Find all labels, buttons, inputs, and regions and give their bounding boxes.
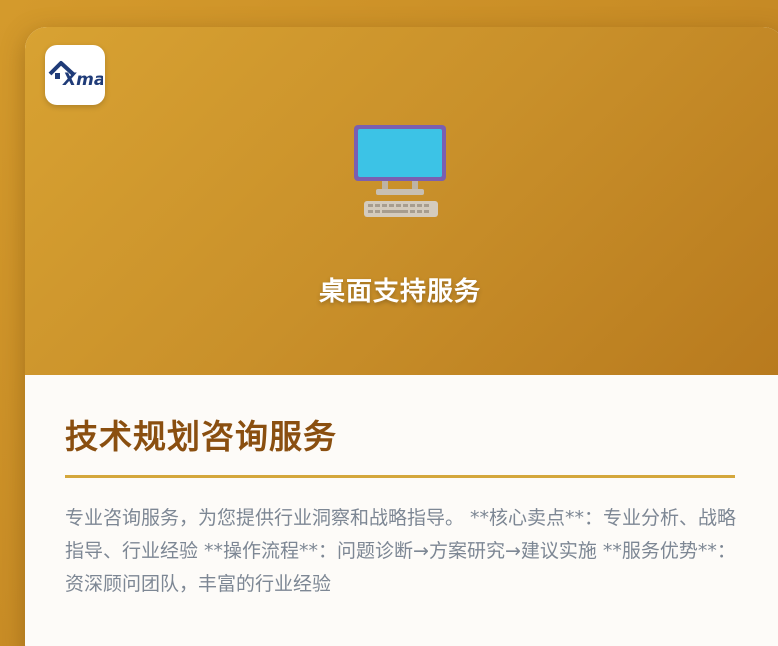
- hero-title: 桌面支持服务: [318, 277, 481, 307]
- card-content: 技术规划咨询服务 专业咨询服务，为您提供行业洞察和战略指导。 **核心卖点**：…: [25, 375, 778, 601]
- xmall-logo[interactable]: Xmall: [45, 45, 105, 105]
- service-description: 专业咨询服务，为您提供行业洞察和战略指导。 **核心卖点**：专业分析、战略指导…: [65, 507, 737, 595]
- logo-text: Xmall: [62, 70, 103, 90]
- card-hero: Xmall 桌面支持服务: [25, 27, 778, 375]
- desktop-computer-icon: [350, 123, 450, 227]
- service-card: Xmall 桌面支持服务 技术规划咨询服务 专业咨询服务，为您提供行业洞察和战略…: [25, 27, 778, 646]
- xmall-logo-mark: Xmall: [48, 61, 103, 90]
- title-divider: [65, 475, 735, 478]
- service-title: 技术规划咨询服务: [65, 417, 337, 456]
